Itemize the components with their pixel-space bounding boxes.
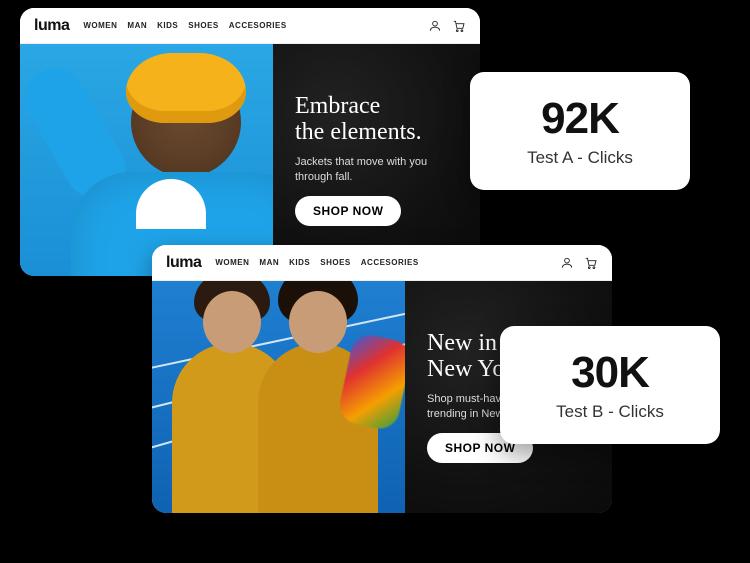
nav: WOMEN MAN KIDS SHOES ACCESORIES bbox=[215, 258, 418, 267]
topbar-right bbox=[428, 19, 466, 33]
nav-item-accesories[interactable]: ACCESORIES bbox=[361, 258, 419, 267]
brand-logo[interactable]: luma bbox=[34, 17, 69, 35]
stat-card-a: 92K Test A - Clicks bbox=[470, 72, 690, 190]
cart-icon[interactable] bbox=[584, 256, 598, 270]
stat-card-b: 30K Test B - Clicks bbox=[500, 326, 720, 444]
account-icon[interactable] bbox=[560, 256, 574, 270]
cart-icon[interactable] bbox=[452, 19, 466, 33]
hero-text: Embrace the elements. Jackets that move … bbox=[273, 44, 480, 276]
headline-line-2: the elements. bbox=[295, 119, 422, 145]
nav-item-man[interactable]: MAN bbox=[259, 258, 279, 267]
hero: Embrace the elements. Jackets that move … bbox=[20, 44, 480, 276]
variant-card-a: luma WOMEN MAN KIDS SHOES ACCESORIES Emb… bbox=[20, 8, 480, 276]
brand-logo[interactable]: luma bbox=[166, 254, 201, 272]
account-icon[interactable] bbox=[428, 19, 442, 33]
nav-item-women[interactable]: WOMEN bbox=[215, 258, 249, 267]
stat-value: 30K bbox=[530, 348, 690, 398]
topbar: luma WOMEN MAN KIDS SHOES ACCESORIES bbox=[152, 245, 612, 281]
headline-line-1: New in bbox=[427, 330, 497, 356]
stat-label: Test B - Clicks bbox=[530, 402, 690, 422]
stat-label: Test A - Clicks bbox=[500, 148, 660, 168]
headline-line-1: Embrace bbox=[295, 93, 380, 119]
hero-image bbox=[20, 44, 273, 276]
topbar: luma WOMEN MAN KIDS SHOES ACCESORIES bbox=[20, 8, 480, 44]
shop-now-button[interactable]: SHOP NOW bbox=[295, 196, 401, 226]
nav-item-accesories[interactable]: ACCESORIES bbox=[229, 21, 287, 30]
nav: WOMEN MAN KIDS SHOES ACCESORIES bbox=[83, 21, 286, 30]
nav-item-shoes[interactable]: SHOES bbox=[320, 258, 351, 267]
nav-item-shoes[interactable]: SHOES bbox=[188, 21, 219, 30]
topbar-right bbox=[560, 256, 598, 270]
nav-item-kids[interactable]: KIDS bbox=[157, 21, 178, 30]
hero-image bbox=[152, 281, 405, 513]
nav-item-man[interactable]: MAN bbox=[127, 21, 147, 30]
hero-headline: Embrace the elements. bbox=[295, 94, 458, 144]
stat-value: 92K bbox=[500, 94, 660, 144]
nav-item-women[interactable]: WOMEN bbox=[83, 21, 117, 30]
hero-subtext: Jackets that move with you through fall. bbox=[295, 155, 458, 186]
nav-item-kids[interactable]: KIDS bbox=[289, 258, 310, 267]
